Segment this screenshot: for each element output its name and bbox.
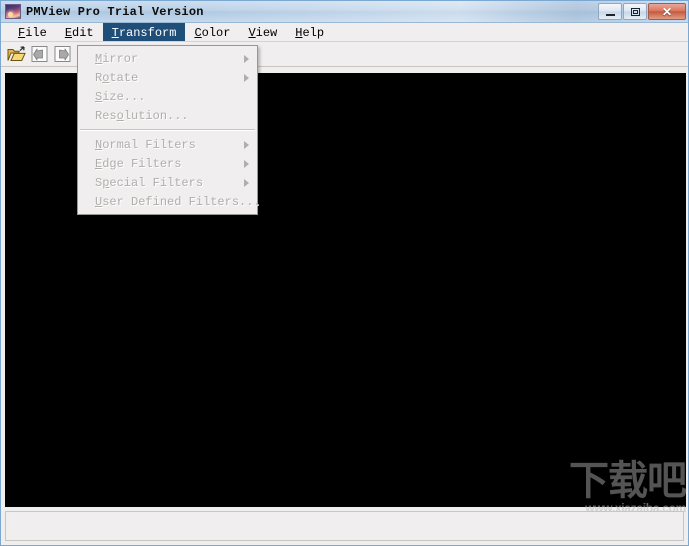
menu-help[interactable]: Help xyxy=(286,23,333,41)
app-image-icon[interactable] xyxy=(5,4,21,19)
chevron-right-icon xyxy=(244,140,249,149)
menu-item-label: Rotate xyxy=(95,70,139,85)
forward-button[interactable] xyxy=(51,43,74,65)
close-icon: ✕ xyxy=(661,4,673,19)
left-arrow-icon xyxy=(31,46,48,62)
menu-item-label: Size... xyxy=(95,89,146,104)
menu-edit[interactable]: Edit xyxy=(56,23,103,41)
menu-item-resolution[interactable]: Resolution... xyxy=(78,106,257,125)
menu-item-label: Normal Filters xyxy=(95,137,196,152)
right-arrow-icon xyxy=(54,46,71,62)
menu-color[interactable]: Color xyxy=(185,23,239,41)
menu-item-size[interactable]: Size... xyxy=(78,87,257,106)
menu-item-label: Mirror xyxy=(95,51,139,66)
minimize-button[interactable] xyxy=(598,3,622,20)
application-window: PMView Pro Trial Version ✕ File Edit Tra… xyxy=(0,0,689,546)
menu-item-edge-filters[interactable]: Edge Filters xyxy=(78,154,257,173)
open-file-button[interactable] xyxy=(5,43,28,65)
status-bar xyxy=(5,511,684,541)
menu-item-special-filters[interactable]: Special Filters xyxy=(78,173,257,192)
window-controls: ✕ xyxy=(598,3,686,20)
menu-item-mirror[interactable]: Mirror xyxy=(78,49,257,68)
menu-item-normal-filters[interactable]: Normal Filters xyxy=(78,135,257,154)
menu-transform[interactable]: Transform xyxy=(102,23,186,41)
chevron-right-icon xyxy=(244,178,249,187)
menu-item-label: User Defined Filters... xyxy=(95,194,261,209)
chevron-right-icon xyxy=(244,54,249,63)
menu-view[interactable]: View xyxy=(239,23,286,41)
back-button[interactable] xyxy=(28,43,51,65)
menu-item-label: Special Filters xyxy=(95,175,204,190)
menu-item-label: Resolution... xyxy=(95,108,189,123)
menu-file[interactable]: File xyxy=(9,23,56,41)
chevron-right-icon xyxy=(244,73,249,82)
menu-item-rotate[interactable]: Rotate xyxy=(78,68,257,87)
menu-item-user-defined-filters[interactable]: User Defined Filters... xyxy=(78,192,261,211)
title-bar[interactable]: PMView Pro Trial Version ✕ xyxy=(1,1,688,23)
minimize-icon xyxy=(605,13,615,16)
chevron-right-icon xyxy=(244,159,249,168)
window-title: PMView Pro Trial Version xyxy=(26,4,204,19)
menu-separator xyxy=(80,129,255,131)
maximize-button[interactable] xyxy=(623,3,647,20)
transform-dropdown-menu: Mirror Rotate Size... Resolution... Norm… xyxy=(77,45,261,215)
open-folder-icon xyxy=(7,45,26,61)
menu-bar: File Edit Transform Color View Help xyxy=(1,23,688,41)
menu-item-label: Edge Filters xyxy=(95,156,182,171)
close-button[interactable]: ✕ xyxy=(648,3,686,20)
maximize-icon xyxy=(630,7,640,16)
